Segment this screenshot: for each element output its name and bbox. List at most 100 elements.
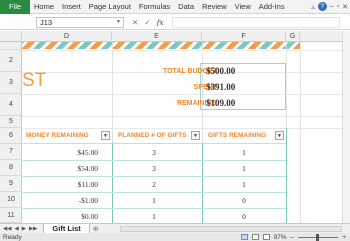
row-header[interactable]: 4 bbox=[0, 94, 22, 116]
table-column-divider bbox=[286, 128, 287, 223]
row-header[interactable]: 3 bbox=[0, 72, 22, 94]
filter-dropdown-icon[interactable]: ▼ bbox=[191, 131, 200, 140]
new-sheet-icon[interactable]: ⊕ bbox=[93, 225, 99, 233]
money-remaining-header: MONEY REMAINING ▼ bbox=[22, 129, 112, 142]
ribbon-tab-bar: File Home Insert Page Layout Formulas Da… bbox=[0, 0, 350, 14]
horizontal-scrollbar[interactable] bbox=[120, 226, 342, 232]
restore-icon[interactable]: ▫ bbox=[337, 3, 339, 10]
row-header[interactable]: 7 bbox=[0, 144, 22, 160]
prev-sheet-icon[interactable]: ◀ bbox=[14, 226, 18, 232]
table-row-divider bbox=[22, 176, 286, 177]
table-row-divider bbox=[22, 208, 286, 209]
money-remaining-cell[interactable]: $0.00 bbox=[28, 212, 98, 221]
zoom-slider[interactable] bbox=[298, 233, 339, 241]
tab-formulas[interactable]: Formulas bbox=[135, 2, 174, 11]
last-sheet-icon[interactable]: ▶▶ bbox=[29, 226, 37, 232]
column-headers: D E F G bbox=[0, 31, 350, 42]
name-box-value: J13 bbox=[40, 17, 53, 27]
table-row-divider bbox=[22, 192, 286, 193]
gifts-remaining-cell[interactable]: 1 bbox=[204, 164, 284, 173]
money-remaining-cell[interactable]: $54.00 bbox=[28, 164, 98, 173]
filter-dropdown-icon[interactable]: ▼ bbox=[101, 131, 110, 140]
help-icon[interactable]: ? bbox=[317, 2, 327, 11]
gridline bbox=[22, 94, 350, 95]
planned-gifts-cell[interactable]: 3 bbox=[114, 148, 194, 157]
column-header-f[interactable]: F bbox=[202, 31, 286, 42]
page-break-view-icon[interactable] bbox=[262, 234, 270, 240]
row-header[interactable]: 6 bbox=[0, 128, 22, 144]
minimize-icon[interactable]: – bbox=[330, 3, 334, 10]
first-sheet-icon[interactable]: ◀◀ bbox=[3, 226, 11, 232]
next-sheet-icon[interactable]: ▶ bbox=[22, 226, 26, 232]
confirm-formula-icon[interactable]: ✓ bbox=[144, 18, 150, 27]
chevron-down-icon[interactable]: ▼ bbox=[116, 19, 121, 25]
status-bar: Ready 97% – + bbox=[0, 233, 350, 241]
name-box[interactable]: J13 ▼ bbox=[36, 16, 124, 28]
close-icon[interactable]: ✕ bbox=[342, 3, 348, 11]
formula-bar: J13 ▼ ✕ ✓ fx bbox=[0, 15, 350, 30]
vertical-scrollbar[interactable] bbox=[342, 31, 350, 223]
tab-data[interactable]: Data bbox=[174, 2, 198, 11]
planned-gifts-cell[interactable]: 1 bbox=[114, 196, 194, 205]
column-header-d[interactable]: D bbox=[22, 31, 112, 42]
money-remaining-cell[interactable]: $11.00 bbox=[28, 180, 98, 189]
spent-label: SPENT bbox=[193, 84, 217, 91]
planned-gifts-header: PLANNED # OF GIFTS ▼ bbox=[114, 129, 202, 142]
gifts-remaining-header-label: GIFTS REMAINING bbox=[208, 132, 267, 139]
sheet-title-fragment: ST bbox=[22, 70, 47, 91]
gifts-remaining-cell[interactable]: 1 bbox=[204, 180, 284, 189]
money-remaining-cell[interactable]: -$1.00 bbox=[28, 196, 98, 205]
gifts-remaining-cell[interactable]: 1 bbox=[204, 148, 284, 157]
total-budget-value[interactable]: $500.00 bbox=[206, 66, 235, 76]
filter-dropdown-icon[interactable]: ▼ bbox=[275, 131, 284, 140]
insert-function-button[interactable]: fx bbox=[157, 18, 164, 27]
column-header-g[interactable]: G bbox=[286, 31, 300, 42]
planned-gifts-header-label: PLANNED # OF GIFTS bbox=[118, 132, 187, 139]
row-header[interactable]: 5 bbox=[0, 116, 22, 128]
formula-controls: ✕ ✓ fx bbox=[132, 18, 164, 27]
money-remaining-cell[interactable]: $45.00 bbox=[28, 148, 98, 157]
row-header[interactable]: 9 bbox=[0, 176, 22, 192]
row-header[interactable]: 2 bbox=[0, 50, 22, 72]
ribbon-window-controls: ▵ ? – ▫ ✕ bbox=[311, 2, 348, 11]
file-tab[interactable]: File bbox=[0, 0, 30, 14]
sheet-tab-bar: ◀◀ ◀ ▶ ▶▶ Gift List ⊕ bbox=[0, 223, 350, 234]
zoom-out-icon[interactable]: – bbox=[291, 234, 295, 241]
formula-input[interactable] bbox=[171, 16, 340, 28]
tab-add-ins[interactable]: Add-Ins bbox=[255, 2, 289, 11]
worksheet-grid[interactable]: ST TOTAL BUDGET $500.00 SPENT $391.00 RE… bbox=[22, 42, 350, 223]
planned-gifts-cell[interactable]: 3 bbox=[114, 164, 194, 173]
normal-view-icon[interactable] bbox=[240, 234, 248, 240]
minimize-ribbon-icon[interactable]: ▵ bbox=[311, 3, 315, 11]
gifts-remaining-cell[interactable]: 0 bbox=[204, 196, 284, 205]
table-row-divider bbox=[22, 160, 286, 161]
select-all-corner[interactable] bbox=[0, 31, 22, 42]
zoom-in-icon[interactable]: + bbox=[342, 234, 346, 241]
spent-value[interactable]: $391.00 bbox=[206, 82, 235, 92]
row-header[interactable] bbox=[0, 42, 22, 50]
table-column-divider bbox=[112, 142, 113, 223]
status-right-controls: 97% – + bbox=[240, 233, 346, 241]
zoom-level[interactable]: 97% bbox=[274, 234, 287, 241]
zoom-slider-handle[interactable] bbox=[316, 233, 320, 241]
tab-home[interactable]: Home bbox=[30, 2, 58, 11]
cancel-formula-icon[interactable]: ✕ bbox=[132, 18, 138, 27]
decorative-stripe bbox=[22, 42, 300, 49]
remaining-value[interactable]: $109.00 bbox=[206, 98, 235, 108]
row-headers: 2 3 4 5 6 7 8 9 10 11 bbox=[0, 42, 22, 223]
gifts-remaining-header: GIFTS REMAINING ▼ bbox=[204, 129, 286, 142]
tab-page-layout[interactable]: Page Layout bbox=[85, 2, 135, 11]
page-layout-view-icon[interactable] bbox=[251, 234, 259, 240]
planned-gifts-cell[interactable]: 1 bbox=[114, 212, 194, 221]
total-budget-label: TOTAL BUDGET bbox=[162, 68, 217, 75]
tab-review[interactable]: Review bbox=[198, 2, 231, 11]
gifts-remaining-cell[interactable]: 0 bbox=[204, 212, 284, 221]
column-header-e[interactable]: E bbox=[112, 31, 202, 42]
tab-view[interactable]: View bbox=[231, 2, 255, 11]
row-header[interactable]: 11 bbox=[0, 208, 22, 223]
row-header[interactable]: 10 bbox=[0, 192, 22, 208]
sheet-tab-gift-list[interactable]: Gift List bbox=[43, 223, 90, 234]
row-header[interactable]: 8 bbox=[0, 160, 22, 176]
planned-gifts-cell[interactable]: 2 bbox=[114, 180, 194, 189]
tab-insert[interactable]: Insert bbox=[58, 2, 85, 11]
